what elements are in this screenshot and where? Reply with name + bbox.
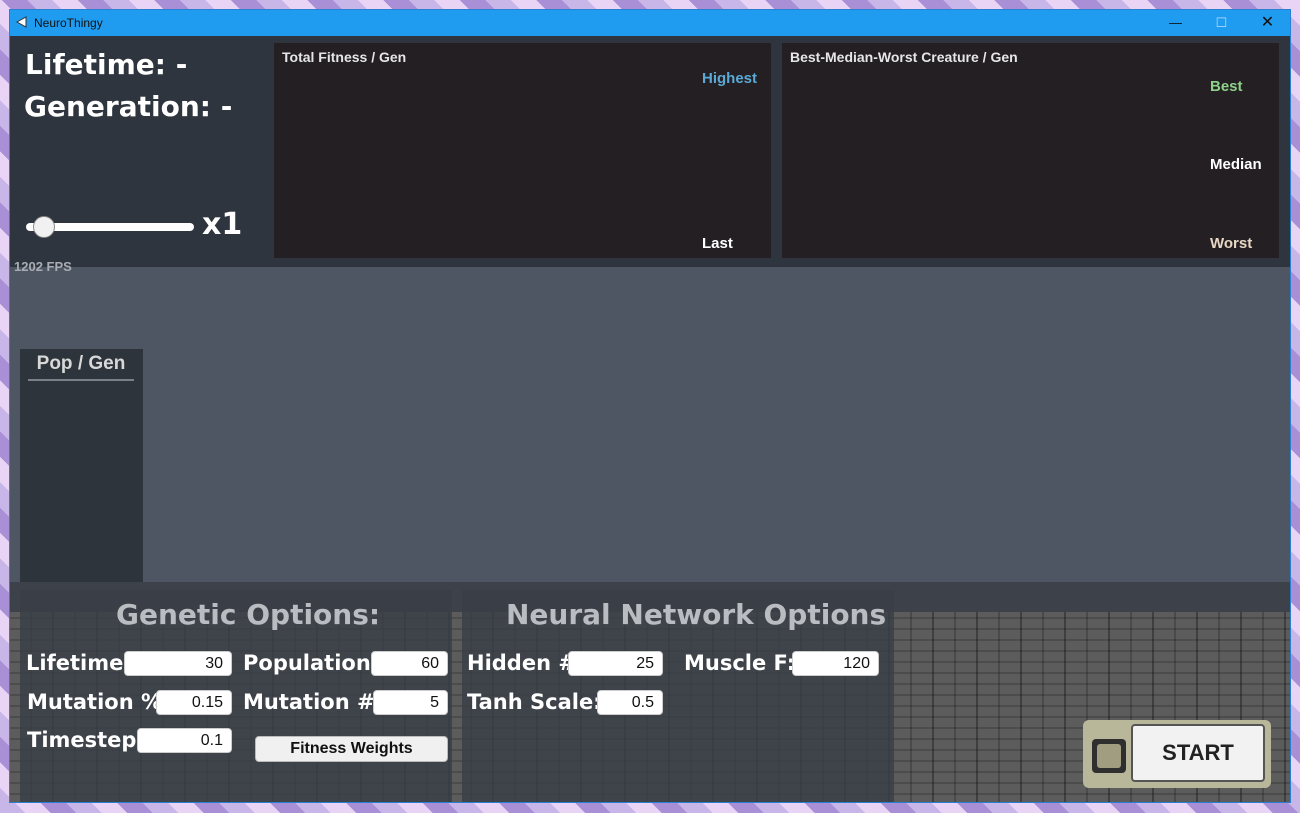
speed-multiplier: x1 bbox=[202, 207, 243, 242]
highest-label: Highest bbox=[702, 70, 758, 87]
fps-counter: 1202 FPS bbox=[14, 259, 72, 274]
speed-slider-handle[interactable] bbox=[33, 216, 56, 238]
lifetime-stat: Lifetime: - bbox=[25, 48, 188, 81]
start-button[interactable]: START bbox=[1131, 724, 1265, 782]
tanh-scale-label: Tanh Scale: bbox=[467, 690, 602, 714]
timestep-label: Timestep: bbox=[27, 728, 145, 752]
population-label: Population: bbox=[243, 651, 380, 675]
creature-graph: Best-Median-Worst Creature / Gen Best Me… bbox=[782, 43, 1279, 258]
tanh-scale-input[interactable]: 0.5 bbox=[597, 690, 663, 715]
mutation-percent-label: Mutation %: bbox=[27, 690, 171, 714]
close-button[interactable]: ✕ bbox=[1245, 10, 1290, 36]
mutation-count-label: Mutation #: bbox=[243, 690, 383, 714]
lifetime-input[interactable]: 30 bbox=[124, 651, 232, 676]
muscle-force-label: Muscle F: bbox=[684, 651, 796, 675]
start-toggle[interactable] bbox=[1092, 739, 1126, 773]
mutation-percent-input[interactable]: 0.15 bbox=[156, 690, 232, 715]
title-bar[interactable]: NeuroThingy — ☐ ✕ bbox=[10, 10, 1290, 36]
population-panel: Pop / Gen bbox=[20, 349, 143, 589]
window-title: NeuroThingy bbox=[34, 16, 103, 30]
fitness-weights-button[interactable]: Fitness Weights bbox=[255, 736, 448, 762]
genetic-options-panel: Genetic Options: Lifetime: 30 Population… bbox=[20, 590, 452, 802]
start-controls: START bbox=[1083, 720, 1271, 788]
worst-label: Worst bbox=[1210, 235, 1253, 252]
maximize-button[interactable]: ☐ bbox=[1199, 10, 1244, 36]
hidden-input[interactable]: 25 bbox=[568, 651, 663, 676]
population-panel-title: Pop / Gen bbox=[28, 353, 134, 381]
start-toggle-fill bbox=[1097, 744, 1121, 768]
timestep-input[interactable]: 0.1 bbox=[137, 728, 232, 753]
content-area: Lifetime: - Generation: - x1 1202 FPS To… bbox=[10, 36, 1290, 802]
hidden-label: Hidden # bbox=[467, 651, 576, 675]
neural-network-options-title: Neural Network Options bbox=[506, 598, 887, 631]
mutation-count-input[interactable]: 5 bbox=[373, 690, 448, 715]
minimize-button[interactable]: — bbox=[1153, 10, 1198, 36]
fitness-graph-title: Total Fitness / Gen bbox=[282, 49, 407, 65]
genetic-options-title: Genetic Options: bbox=[116, 598, 381, 631]
unity-app-icon bbox=[16, 16, 27, 28]
last-label: Last bbox=[702, 235, 733, 252]
median-label: Median bbox=[1210, 156, 1262, 173]
app-window: NeuroThingy — ☐ ✕ Lifetime: - Generation… bbox=[9, 9, 1291, 803]
best-label: Best bbox=[1210, 78, 1243, 95]
creature-graph-title: Best-Median-Worst Creature / Gen bbox=[790, 49, 1018, 65]
population-input[interactable]: 60 bbox=[371, 651, 448, 676]
stats-panel: Lifetime: - Generation: - x1 1202 FPS To… bbox=[10, 36, 1290, 274]
generation-stat: Generation: - bbox=[24, 90, 233, 123]
fitness-graph: Total Fitness / Gen Highest Last bbox=[274, 43, 771, 258]
lifetime-option-label: Lifetime: bbox=[26, 651, 132, 675]
neural-network-options-panel: Neural Network Options Hidden # 25 Muscl… bbox=[462, 590, 894, 802]
options-area: Genetic Options: Lifetime: 30 Population… bbox=[10, 582, 1290, 802]
muscle-force-input[interactable]: 120 bbox=[792, 651, 879, 676]
